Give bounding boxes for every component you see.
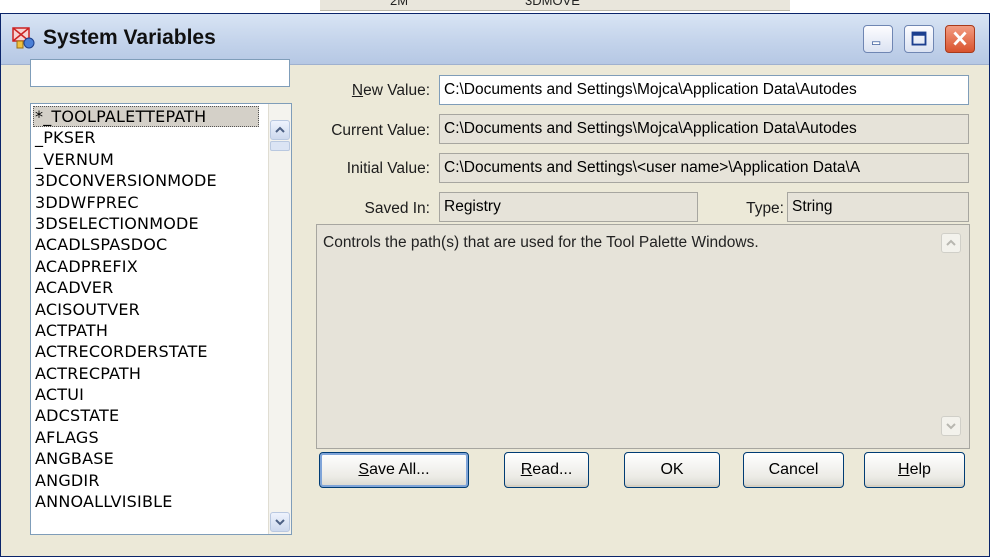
variable-list-item[interactable]: ACADPREFIX	[35, 256, 255, 277]
new-value-field[interactable]: C:\Documents and Settings\Mojca\Applicat…	[439, 75, 969, 105]
variable-list-item[interactable]: _PKSER	[35, 127, 255, 148]
mnemonic-letter: R	[520, 461, 533, 478]
variable-list-item[interactable]: 3DCONVERSIONMODE	[35, 170, 255, 191]
type-field: String	[787, 192, 969, 222]
description-box[interactable]: Controls the path(s) that are used for t…	[316, 224, 970, 449]
background-cell: 2M	[390, 0, 409, 8]
chevron-down-icon	[275, 519, 285, 526]
mnemonic-letter: N	[351, 82, 364, 99]
help-button[interactable]: Help	[864, 452, 965, 488]
variable-list-item[interactable]: 3DSELECTIONMODE	[35, 213, 255, 234]
label-text: ew Value:	[363, 82, 430, 99]
variable-list-item[interactable]: ACISOUTVER	[35, 299, 255, 320]
variable-list-item[interactable]: ACTUI	[35, 384, 255, 405]
variable-list-item[interactable]: 3DDWFPREC	[35, 192, 255, 213]
type-label: Type:	[746, 200, 784, 217]
description-scroll-up-button[interactable]	[941, 233, 961, 253]
description-scroll-down-button[interactable]	[941, 416, 961, 436]
button-label: ave All...	[369, 461, 430, 478]
new-value-label: New Value:	[312, 82, 430, 100]
initial-value-field: C:\Documents and Settings\<user name>\Ap…	[439, 153, 969, 183]
button-label: ead...	[532, 461, 573, 478]
variable-list-item[interactable]: ACADLSPASDOC	[35, 234, 255, 255]
read-button[interactable]: Read...	[504, 452, 589, 488]
saved-in-field: Registry	[439, 192, 698, 222]
variable-items: *_TOOLPALETTEPATH _PKSER _VERNUM 3DCONVERSI…	[31, 104, 291, 512]
close-icon	[953, 31, 967, 46]
variable-list-item[interactable]: ANGDIR	[35, 470, 255, 491]
current-value-field: C:\Documents and Settings\Mojca\Applicat…	[439, 114, 969, 144]
maximize-button[interactable]	[904, 25, 934, 53]
initial-value-label: Initial Value:	[346, 160, 430, 177]
scroll-down-button[interactable]	[270, 512, 290, 532]
minimize-icon	[872, 41, 881, 45]
current-value-label: Current Value:	[331, 122, 430, 139]
variable-list-item[interactable]: ANGBASE	[35, 448, 255, 469]
autocad-sysvar-icon	[12, 27, 35, 49]
saved-in-label: Saved In:	[364, 200, 431, 217]
chevron-up-icon	[946, 239, 956, 246]
scroll-thumb[interactable]	[270, 141, 290, 151]
variable-list-scrollbar[interactable]	[268, 104, 291, 534]
scroll-up-button[interactable]	[270, 120, 290, 140]
window-title: System Variables	[43, 26, 216, 49]
variable-list-item[interactable]: ANNOALLVISIBLE	[35, 491, 255, 512]
cancel-button[interactable]: Cancel	[743, 452, 844, 488]
variable-list-item[interactable]: ACTRECORDERSTATE	[35, 341, 255, 362]
minimize-button[interactable]	[863, 25, 893, 53]
save-all-button[interactable]: Save All...	[319, 452, 469, 488]
ok-button[interactable]: OK	[624, 452, 720, 488]
background-cell: 3DMOVE	[525, 0, 580, 8]
description-text: Controls the path(s) that are used for t…	[323, 234, 759, 251]
close-button[interactable]	[945, 25, 975, 53]
variable-list-item[interactable]: ACTPATH	[35, 320, 255, 341]
chevron-down-icon	[946, 423, 956, 430]
mnemonic-letter: S	[358, 461, 370, 478]
chevron-up-icon	[275, 126, 285, 133]
variable-list-item[interactable]: ACADVER	[35, 277, 255, 298]
mnemonic-letter: H	[898, 461, 910, 478]
variable-list[interactable]: *_TOOLPALETTEPATH _PKSER _VERNUM 3DCONVERSI…	[30, 103, 292, 535]
background-app-strip: 2M 3DMOVE	[320, 0, 790, 11]
search-input[interactable]	[30, 59, 290, 87]
variable-list-item[interactable]: _VERNUM	[35, 149, 255, 170]
button-label: elp	[909, 461, 931, 478]
title-bar[interactable]: System Variables	[1, 14, 989, 65]
variable-list-item[interactable]: *_TOOLPALETTEPATH	[33, 106, 259, 128]
variable-list-item[interactable]: ADCSTATE	[35, 405, 255, 426]
variable-list-item[interactable]: AFLAGS	[35, 427, 255, 448]
variable-list-item[interactable]: ACTRECPATH	[35, 363, 255, 384]
maximize-icon	[911, 31, 927, 46]
